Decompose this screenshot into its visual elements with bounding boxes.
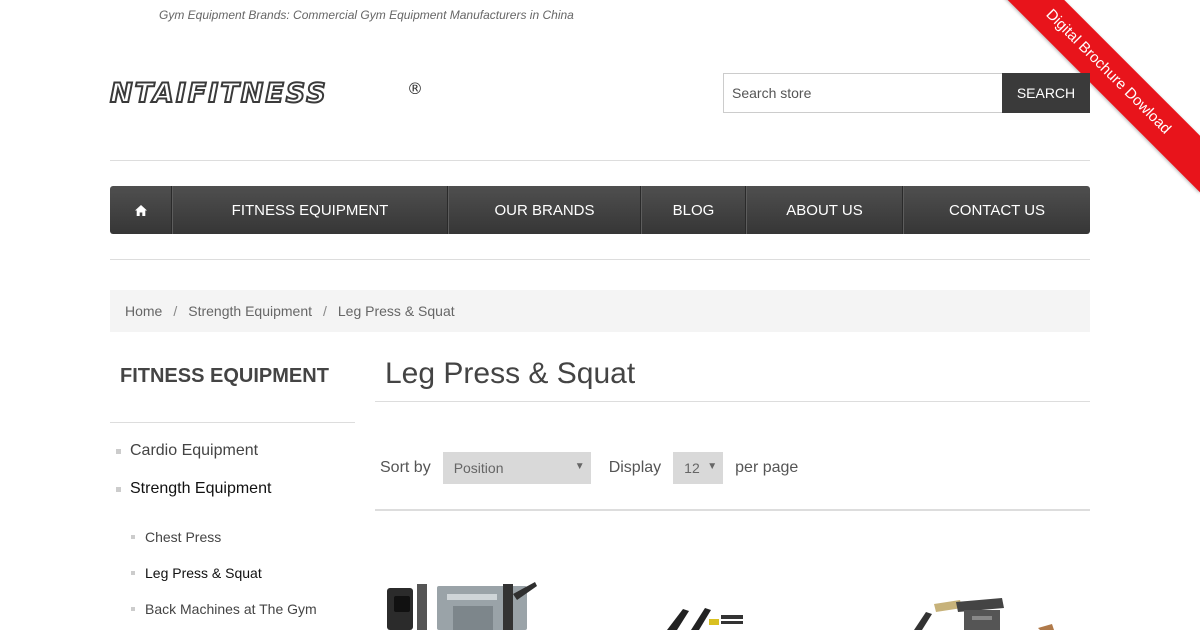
- sort-label: Sort by: [380, 459, 431, 476]
- sidebar-divider: [110, 422, 355, 423]
- display-select[interactable]: 12 ▼: [673, 452, 724, 484]
- bullet-icon: [116, 448, 121, 454]
- sidebar-title: FITNESS EQUIPMENT: [120, 365, 329, 387]
- nav-our-brands[interactable]: OUR BRANDS: [448, 186, 641, 234]
- bullet-icon: [131, 571, 135, 575]
- nav-home[interactable]: [110, 186, 172, 234]
- nav-divider: [110, 259, 1090, 260]
- search-input[interactable]: [723, 73, 1002, 113]
- dropdown-arrow-icon: ▼: [707, 461, 718, 472]
- site-logo[interactable]: NTAIFITNESS: [109, 77, 328, 110]
- display-label: Display: [608, 459, 662, 476]
- display-select-value: 12: [684, 460, 700, 476]
- tagline: Gym Equipment Brands: Commercial Gym Equ…: [159, 8, 574, 22]
- bullet-icon: [116, 486, 121, 492]
- search-form: SEARCH: [723, 73, 1090, 113]
- nav-fitness-equipment[interactable]: FITNESS EQUIPMENT: [172, 186, 448, 234]
- sidebar-subitem-leg-press[interactable]: Leg Press & Squat: [131, 565, 262, 581]
- sort-select-value: Position: [453, 460, 504, 476]
- sort-select[interactable]: Position ▼: [442, 452, 591, 484]
- toolbar-divider: [375, 509, 1090, 511]
- page-title: Leg Press & Squat: [385, 357, 636, 390]
- product-image-leg-press[interactable]: [385, 578, 540, 630]
- breadcrumb-strength-equipment[interactable]: Strength Equipment: [188, 303, 312, 319]
- sidebar-subitem-label: Back Machines at The Gym: [145, 601, 317, 617]
- nav-about-us[interactable]: ABOUT US: [746, 186, 903, 234]
- sidebar-subitem-back-machines[interactable]: Back Machines at The Gym: [131, 601, 317, 617]
- sidebar-subitem-label: Leg Press & Squat: [145, 565, 262, 581]
- sidebar-item-label: Strength Equipment: [130, 480, 272, 497]
- bullet-icon: [131, 607, 135, 611]
- sidebar-item-label: Cardio Equipment: [130, 442, 259, 459]
- nav-contact-us[interactable]: CONTACT US: [903, 186, 1090, 234]
- breadcrumb: Home / Strength Equipment / Leg Press & …: [110, 290, 1090, 332]
- nav-blog[interactable]: BLOG: [641, 186, 746, 234]
- breadcrumb-current: Leg Press & Squat: [337, 303, 455, 319]
- sort-toolbar: Sort by Position ▼ Display 12 ▼ per page: [380, 452, 798, 484]
- per-page-label: per page: [735, 459, 799, 476]
- registered-mark: ®: [407, 79, 423, 98]
- title-divider: [375, 401, 1090, 402]
- sidebar-subitem-chest-press[interactable]: Chest Press: [131, 529, 221, 545]
- main-nav: FITNESS EQUIPMENT OUR BRANDS BLOG ABOUT …: [110, 186, 1090, 234]
- sidebar-subitem-label: Chest Press: [145, 529, 222, 545]
- sidebar-item-cardio[interactable]: Cardio Equipment: [116, 442, 258, 460]
- product-image-squat-machine[interactable]: [665, 605, 745, 630]
- bullet-icon: [131, 535, 135, 539]
- product-image-hack-squat[interactable]: [912, 598, 1057, 630]
- breadcrumb-home[interactable]: Home: [125, 303, 162, 319]
- search-button[interactable]: SEARCH: [1002, 73, 1090, 113]
- home-icon: [134, 204, 147, 216]
- dropdown-arrow-icon: ▼: [574, 461, 585, 472]
- breadcrumb-separator: /: [323, 303, 327, 319]
- breadcrumb-separator: /: [173, 303, 178, 319]
- header-divider: [110, 160, 1090, 161]
- sidebar-item-strength[interactable]: Strength Equipment: [116, 480, 271, 498]
